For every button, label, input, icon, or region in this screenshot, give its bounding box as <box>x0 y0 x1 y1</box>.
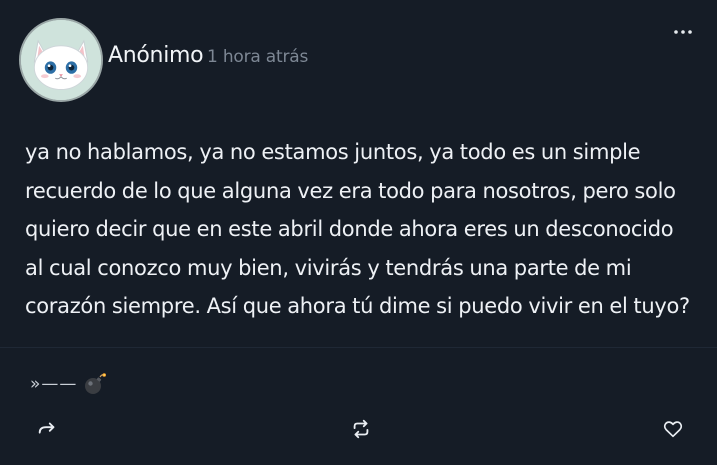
cat-avatar-icon <box>21 20 101 100</box>
author-name[interactable]: Anónimo <box>108 43 204 68</box>
post-timestamp: 1 hora atrás <box>207 47 309 67</box>
share-arrow-icon <box>38 422 55 434</box>
post-signature: »—— <box>30 372 107 396</box>
repost-icon <box>353 419 369 439</box>
heart-icon <box>663 421 683 438</box>
signature-text: »—— <box>30 374 78 394</box>
bomb-icon <box>83 372 107 396</box>
post-text: ya no hablamos, ya no estamos juntos, ya… <box>25 140 690 318</box>
post-actions <box>0 415 717 443</box>
like-button[interactable] <box>659 415 687 443</box>
more-options-button[interactable] <box>671 20 695 44</box>
share-button[interactable] <box>33 415 61 443</box>
post-card: Anónimo 1 hora atrás ya no hablamos, ya … <box>0 0 717 465</box>
repost-button[interactable] <box>347 415 375 443</box>
post-divider <box>0 347 717 348</box>
author-avatar[interactable] <box>19 18 103 102</box>
more-dots-icon <box>674 30 692 34</box>
